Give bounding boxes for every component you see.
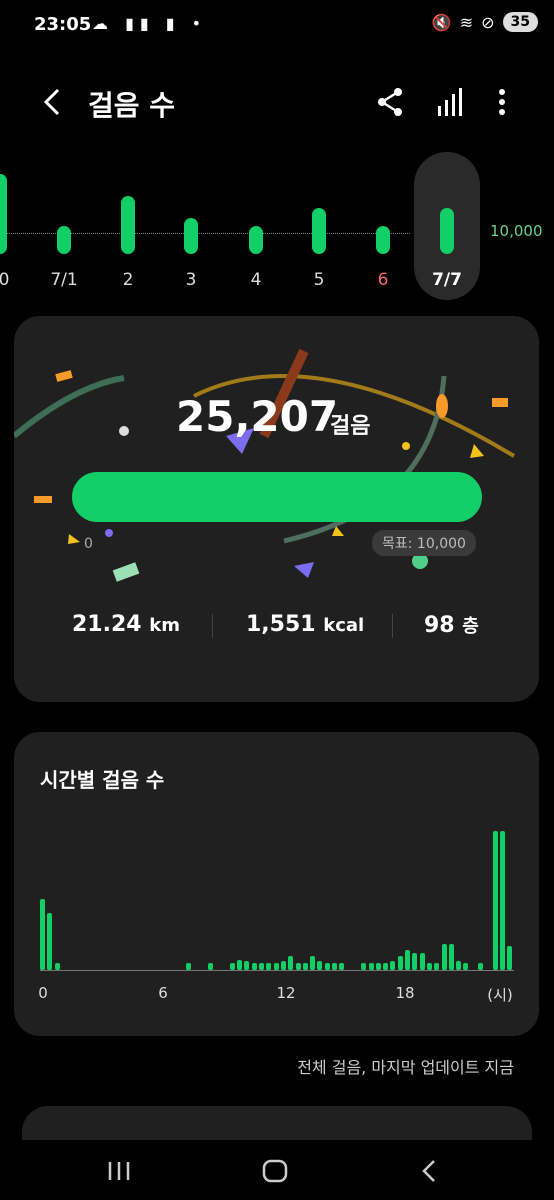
day-bar-3[interactable] xyxy=(184,218,198,254)
floors-unit: 층 xyxy=(462,616,479,637)
status-time: 23:05 xyxy=(34,14,92,35)
day-bar-6[interactable] xyxy=(376,226,390,254)
back-arrow-icon[interactable] xyxy=(36,84,72,120)
hour-bar xyxy=(332,962,337,970)
hour-bar xyxy=(324,962,330,970)
distance-metric: 21.24 km xyxy=(72,612,180,637)
hour-bar xyxy=(237,960,243,970)
hour-bar xyxy=(412,952,418,970)
hour-bar xyxy=(492,830,498,970)
distance-unit: km xyxy=(149,615,180,636)
day-bar-7-7[interactable] xyxy=(440,207,454,254)
hour-bar xyxy=(383,962,389,970)
steps-count: 25,207 xyxy=(176,392,339,441)
hour-bar xyxy=(397,955,403,970)
share-icon[interactable] xyxy=(372,84,408,120)
hour-bar xyxy=(405,950,410,970)
hour-bar xyxy=(463,962,469,970)
hour-bar xyxy=(368,962,374,970)
app-header: 걸음 수 xyxy=(0,70,554,134)
system-nav-bar xyxy=(0,1140,554,1200)
system-icons: 🔇 ≋ ⊘ 35 xyxy=(432,12,538,32)
hour-bar xyxy=(419,952,425,970)
distance-value: 21.24 xyxy=(72,612,142,637)
metric-separator xyxy=(212,614,213,638)
hour-bar xyxy=(302,962,308,970)
hour-bar xyxy=(310,955,316,970)
hour-bar xyxy=(499,830,505,970)
hour-bar xyxy=(251,962,257,970)
update-note: 전체 걸음, 마지막 업데이트 지금 xyxy=(297,1058,514,1077)
hour-tick-18: 18 xyxy=(395,984,415,1002)
goal-chip[interactable]: 목표: 10,000 xyxy=(372,530,476,556)
dnd-icon: ⊘ xyxy=(481,12,495,32)
hour-bar xyxy=(295,962,301,970)
floors-value: 98 xyxy=(424,613,455,638)
hour-bar xyxy=(47,913,53,970)
home-icon[interactable] xyxy=(260,1156,290,1186)
floors-metric: 98 층 xyxy=(424,612,479,638)
hour-bar xyxy=(288,955,294,970)
hour-bar xyxy=(426,962,432,970)
wifi-icon: ≋ xyxy=(459,12,474,32)
battery-badge: 35 xyxy=(502,12,538,32)
signal-stats-icon[interactable] xyxy=(432,84,468,120)
goal-line-label: 10,000 xyxy=(490,222,543,240)
day-label-7-7[interactable]: 7/7 xyxy=(432,270,462,290)
day-label-5[interactable]: 5 xyxy=(314,270,325,290)
hour-bar xyxy=(456,961,462,970)
hour-unit-label: (시) xyxy=(487,986,513,1004)
day-label-2[interactable]: 2 xyxy=(123,270,134,290)
hour-bar xyxy=(266,962,272,970)
back-nav-icon[interactable] xyxy=(416,1156,446,1186)
day-label-0[interactable]: 0 xyxy=(0,270,9,290)
recents-icon[interactable] xyxy=(104,1156,134,1186)
hourly-title: 시간별 걸음 수 xyxy=(40,768,165,792)
day-label-4[interactable]: 4 xyxy=(251,270,262,290)
more-options-icon[interactable] xyxy=(490,84,514,120)
hour-bar xyxy=(186,962,191,970)
hour-bar xyxy=(54,962,60,970)
hour-bar xyxy=(441,944,447,970)
day-bar-2[interactable] xyxy=(121,196,135,254)
progress-zero-label: 0 xyxy=(84,536,93,552)
day-label-7-1[interactable]: 7/1 xyxy=(50,270,77,290)
hour-bar xyxy=(478,962,483,970)
day-label-3[interactable]: 3 xyxy=(186,270,197,290)
status-bar: 23:05 ☁ ▮▮ ▮ • 🔇 ≋ ⊘ 35 xyxy=(0,0,554,54)
hour-bar xyxy=(259,962,264,970)
mute-icon: 🔇 xyxy=(431,12,452,32)
hour-tick-12: 12 xyxy=(276,984,296,1002)
hour-bar xyxy=(507,945,513,970)
day-bar-7-1[interactable] xyxy=(57,226,71,254)
hour-bar xyxy=(317,961,323,970)
notification-icons: ☁ ▮▮ ▮ • xyxy=(92,14,208,33)
hour-bar xyxy=(339,962,345,970)
day-label-6[interactable]: 6 xyxy=(378,270,389,290)
hour-bar xyxy=(244,961,250,970)
page-title: 걸음 수 xyxy=(88,89,176,122)
hour-bar xyxy=(207,962,213,970)
metric-separator xyxy=(392,614,393,638)
hour-bar xyxy=(40,899,45,970)
calories-unit: kcal xyxy=(323,615,365,636)
calories-value: 1,551 xyxy=(246,612,316,637)
steps-progress-bar xyxy=(72,472,482,522)
hour-bar xyxy=(375,962,381,970)
hour-tick-0: 0 xyxy=(38,984,48,1002)
hourly-axis xyxy=(40,970,514,971)
hour-bar xyxy=(280,961,286,970)
hour-bar xyxy=(229,962,235,970)
hour-bar xyxy=(273,962,279,970)
calories-metric: 1,551 kcal xyxy=(246,612,364,637)
hour-tick-6: 6 xyxy=(158,984,168,1002)
hour-bar xyxy=(361,962,367,970)
day-bar-0[interactable] xyxy=(0,174,7,254)
day-bar-4[interactable] xyxy=(249,226,263,254)
hour-bar xyxy=(448,944,454,970)
hour-bar xyxy=(434,962,440,970)
steps-unit: 걸음 xyxy=(330,414,371,439)
hour-bar xyxy=(390,961,396,970)
day-bar-5[interactable] xyxy=(312,207,326,254)
